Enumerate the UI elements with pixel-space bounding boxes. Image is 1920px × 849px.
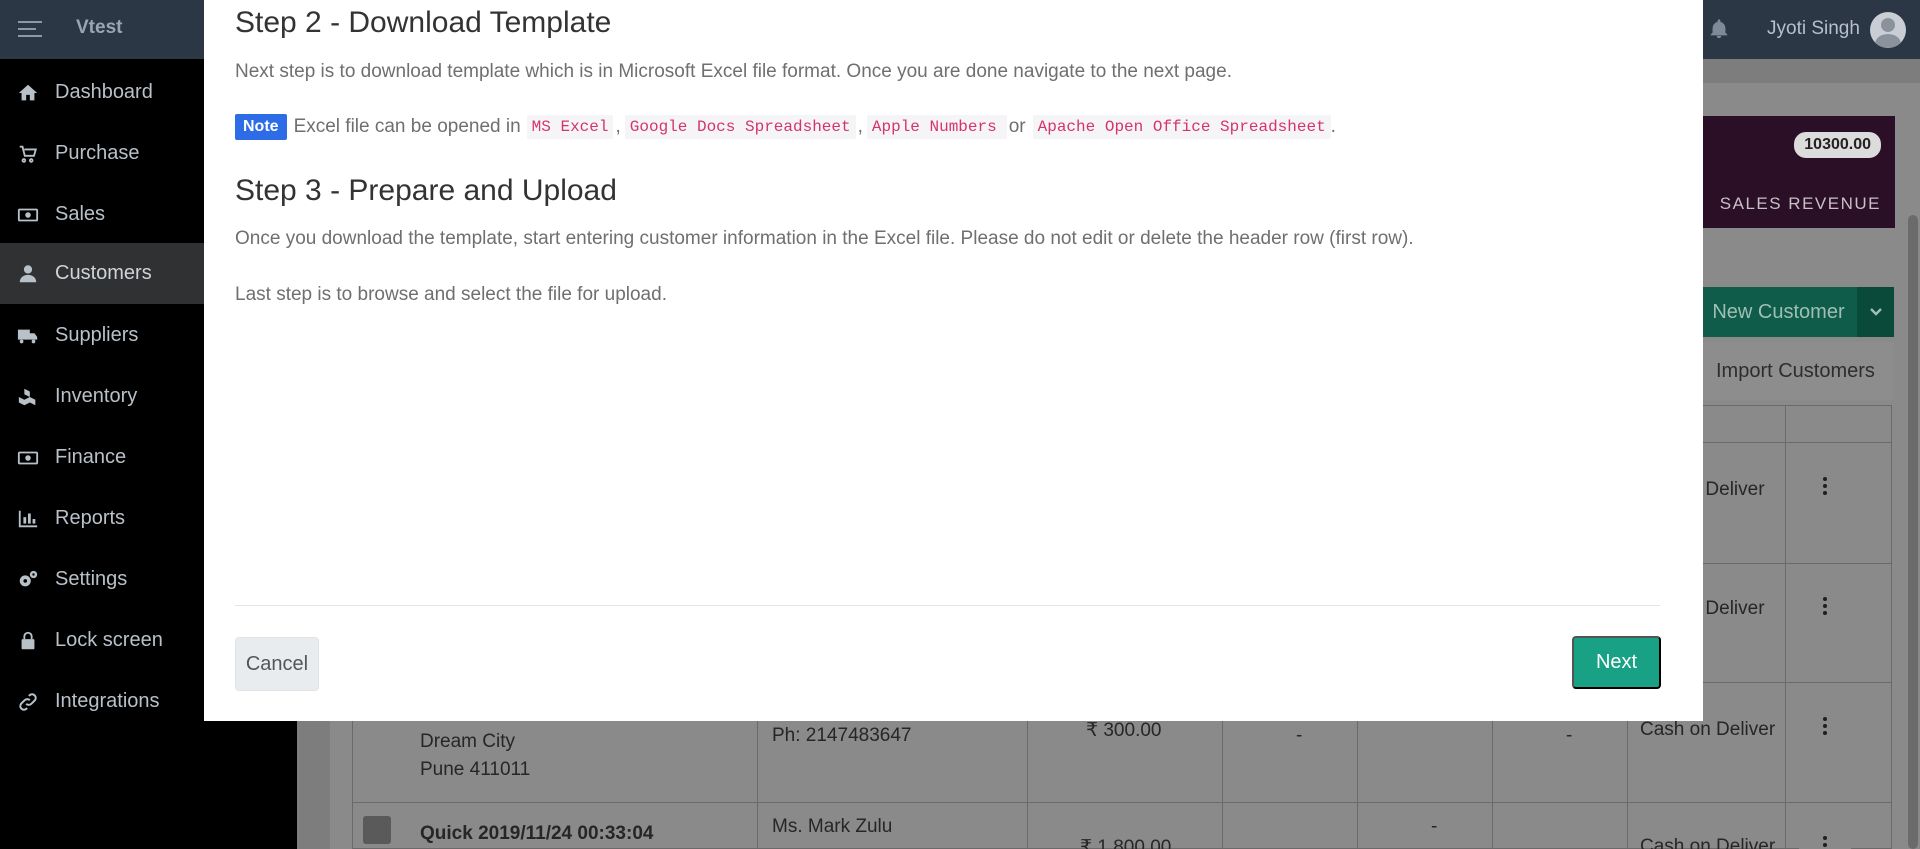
cart-icon bbox=[17, 143, 39, 165]
home-icon bbox=[17, 82, 39, 104]
import-customers-menu-item[interactable]: Import Customers bbox=[1680, 342, 1894, 400]
customer-name[interactable]: Quick 2019/11/24 00:33:04 bbox=[420, 823, 653, 845]
step3-title: Step 3 - Prepare and Upload bbox=[235, 174, 617, 207]
table-row-divider bbox=[353, 802, 1891, 803]
table-column-divider bbox=[1785, 406, 1786, 848]
last-step-text: Last step is to browse and select the fi… bbox=[235, 284, 667, 305]
cancel-button[interactable]: Cancel bbox=[235, 637, 319, 691]
app-name: MS Excel bbox=[526, 115, 614, 139]
app-name: Google Docs Spreadsheet bbox=[624, 115, 856, 139]
step3-text: Once you download the template, start en… bbox=[235, 228, 1414, 249]
bell-icon[interactable] bbox=[1708, 18, 1730, 40]
sidebar-item-label: Settings bbox=[55, 568, 128, 590]
table-cell: - bbox=[1431, 816, 1438, 837]
row-actions-button[interactable] bbox=[1799, 580, 1851, 632]
cubes-icon bbox=[17, 386, 39, 408]
bar-chart-icon bbox=[17, 508, 39, 530]
chevron-down-icon bbox=[1869, 308, 1882, 316]
sidebar-item-label: Purchase bbox=[55, 142, 140, 164]
modal-footer-divider bbox=[235, 605, 1660, 606]
note-line: Note Excel file can be opened in MS Exce… bbox=[235, 114, 1336, 140]
next-button[interactable]: Next bbox=[1572, 636, 1661, 689]
app-name: Apache Open Office Spreadsheet bbox=[1032, 115, 1331, 139]
money-icon bbox=[17, 204, 39, 226]
step2-title: Step 2 - Download Template bbox=[235, 6, 612, 39]
truck-icon bbox=[17, 325, 39, 347]
sidebar-item-label: Integrations bbox=[55, 690, 160, 712]
address-line: Pune 411011 bbox=[420, 759, 531, 780]
sidebar-item-label: Customers bbox=[55, 262, 152, 284]
payment-method: Cash on Deliver bbox=[1640, 719, 1776, 740]
separator: . bbox=[1330, 116, 1336, 137]
money-icon bbox=[17, 447, 39, 469]
separator: or bbox=[1008, 116, 1026, 137]
note-text: Excel file can be opened in bbox=[293, 116, 521, 137]
revenue-value: 10300.00 bbox=[1794, 132, 1881, 158]
sales-revenue-card: 10300.00 SALES REVENUE bbox=[1680, 116, 1895, 228]
import-customers-modal: Step 2 - Download Template Next step is … bbox=[204, 0, 1703, 721]
avatar[interactable] bbox=[1870, 12, 1906, 48]
table-cell: - bbox=[1296, 725, 1303, 746]
gears-icon bbox=[17, 569, 39, 591]
sidebar-item-label: Suppliers bbox=[55, 324, 139, 346]
sidebar-item-label: Lock screen bbox=[55, 629, 163, 651]
contact-name: Ms. Mark Zulu bbox=[772, 816, 893, 837]
app-name: Apple Numbers bbox=[866, 115, 1007, 139]
separator: , bbox=[857, 116, 863, 137]
table-cell: - bbox=[1566, 725, 1573, 746]
menu-icon[interactable] bbox=[18, 21, 42, 39]
step2-text: Next step is to download template which … bbox=[235, 61, 1232, 82]
row-checkbox[interactable] bbox=[363, 816, 391, 844]
amount: ₹ 300.00 bbox=[1086, 720, 1162, 741]
phone: Ph: 2147483647 bbox=[772, 725, 912, 746]
new-customer-dropdown-toggle[interactable] bbox=[1857, 287, 1894, 337]
note-badge: Note bbox=[235, 114, 287, 140]
sidebar-item-label: Sales bbox=[55, 203, 106, 225]
row-actions-button[interactable] bbox=[1799, 819, 1851, 849]
sidebar-item-label: Reports bbox=[55, 507, 126, 529]
page-scrollbar[interactable] bbox=[1908, 215, 1918, 849]
address-line: Dream City bbox=[420, 731, 516, 752]
amount: ₹ 1,800.00 bbox=[1080, 837, 1172, 849]
payment-method: Cash on Deliver bbox=[1640, 836, 1776, 849]
brand-name[interactable]: Vtest bbox=[76, 17, 122, 39]
lock-icon bbox=[17, 630, 39, 652]
sidebar-item-label: Inventory bbox=[55, 385, 138, 407]
separator: , bbox=[615, 116, 621, 137]
sidebar-item-label: Dashboard bbox=[55, 81, 153, 103]
user-icon bbox=[17, 263, 39, 285]
new-customer-button[interactable]: New Customer bbox=[1680, 287, 1857, 337]
revenue-label: SALES REVENUE bbox=[1719, 194, 1881, 213]
row-actions-button[interactable] bbox=[1799, 460, 1851, 512]
link-icon bbox=[17, 691, 39, 713]
sidebar-item-label: Finance bbox=[55, 446, 127, 468]
user-name[interactable]: Jyoti Singh bbox=[1767, 18, 1860, 40]
row-actions-button[interactable] bbox=[1799, 700, 1851, 752]
